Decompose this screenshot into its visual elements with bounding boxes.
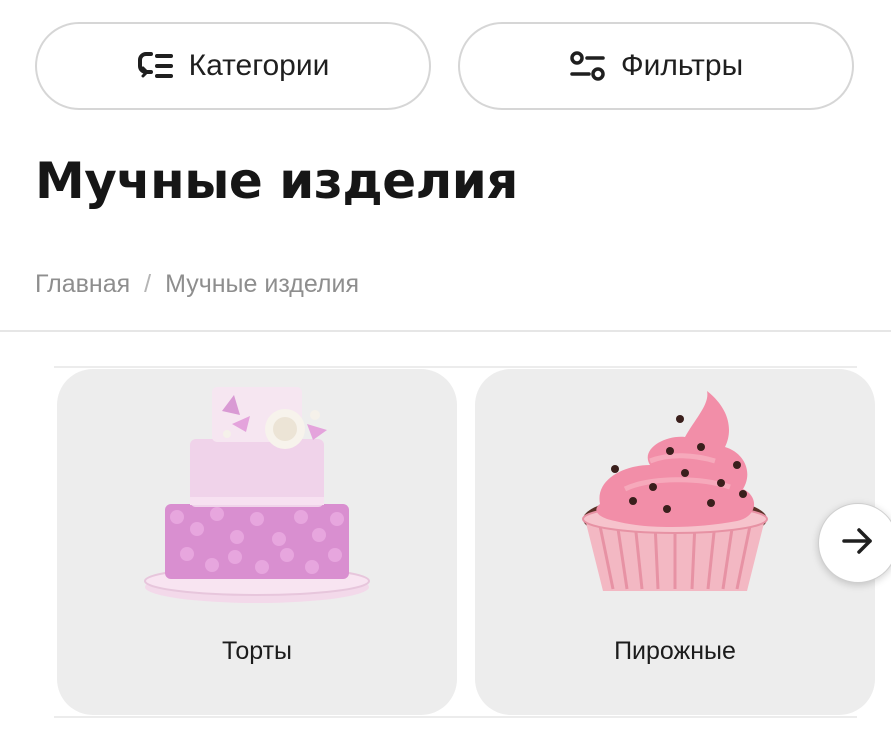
page-title: Мучные изделия — [35, 152, 518, 210]
category-label-cakes: Торты — [222, 637, 292, 665]
category-label-pastries: Пирожные — [614, 637, 736, 665]
header-divider — [0, 330, 891, 332]
filters-label: Фильтры — [620, 49, 744, 82]
cupcake-image — [582, 391, 768, 591]
categories-label: Категории — [188, 49, 330, 82]
breadcrumb-current: Мучные изделия — [165, 270, 359, 298]
categories-icon — [137, 49, 175, 83]
filters-icon — [569, 49, 607, 83]
carousel-next-button[interactable] — [818, 503, 891, 583]
categories-button[interactable]: Категории — [35, 22, 431, 110]
filters-button[interactable]: Фильтры — [458, 22, 854, 110]
breadcrumb: Главная / Мучные изделия — [35, 270, 359, 299]
layered-cake-image — [144, 387, 370, 603]
breadcrumb-home-link[interactable]: Главная — [35, 270, 130, 299]
arrow-right-icon — [841, 526, 875, 561]
carousel-bottom-divider — [54, 716, 857, 718]
carousel-top-divider — [54, 366, 857, 368]
toolbar: Категории Фильтры — [35, 22, 857, 112]
breadcrumb-separator: / — [144, 270, 152, 298]
category-card-pastries[interactable]: Пирожные — [475, 369, 875, 715]
category-card-cakes[interactable]: Торты — [57, 369, 457, 715]
